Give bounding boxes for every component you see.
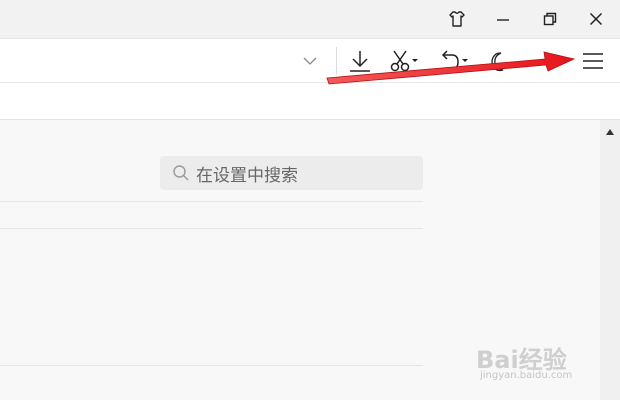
divider xyxy=(0,365,423,366)
divider xyxy=(0,201,423,202)
search-placeholder: 在设置中搜索 xyxy=(196,165,298,186)
minimize-icon[interactable] xyxy=(488,4,518,34)
toolbar-divider xyxy=(336,47,337,75)
settings-search-input[interactable]: 在设置中搜索 xyxy=(160,156,423,190)
close-icon[interactable] xyxy=(581,4,611,34)
tshirt-icon[interactable] xyxy=(442,4,472,34)
chevron-down-icon[interactable] xyxy=(300,51,320,71)
moon-icon[interactable] xyxy=(488,49,510,73)
divider xyxy=(0,228,423,229)
scroll-up-arrow-icon[interactable] xyxy=(600,124,620,140)
menu-icon[interactable] xyxy=(580,49,606,73)
browser-toolbar xyxy=(0,38,620,83)
restore-icon[interactable] xyxy=(535,4,565,34)
search-icon xyxy=(173,165,189,181)
watermark-url: jingyan.baidu.com xyxy=(480,370,573,381)
undo-icon[interactable] xyxy=(436,48,468,74)
watermark: Bai经验 jingyan.baidu.com xyxy=(476,340,606,388)
download-icon[interactable] xyxy=(347,48,373,74)
bookmark-bar xyxy=(0,83,620,120)
scissors-icon[interactable] xyxy=(388,48,418,74)
title-bar xyxy=(0,0,620,38)
